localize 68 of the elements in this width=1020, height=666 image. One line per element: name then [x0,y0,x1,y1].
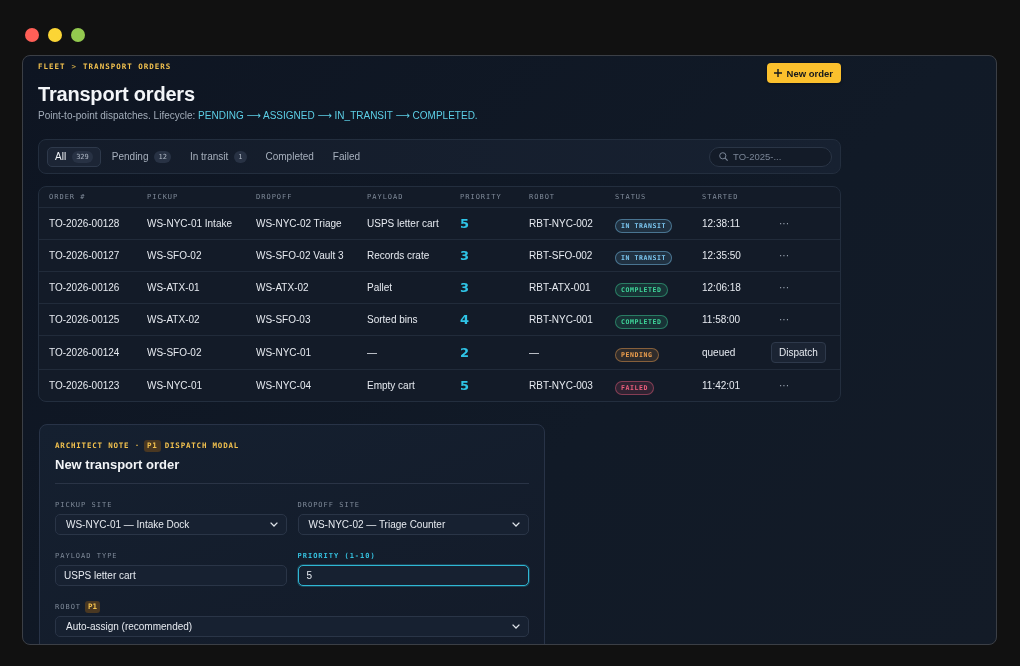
table-cell-text: TO-2026-00127 [49,250,121,261]
table-cell-text: WS-SFO-03 [256,314,312,325]
table-cell-text: WS-SFO-02 Vault 3 [256,250,345,261]
table-cell-text: queued [702,347,737,358]
table-cell-text: WS-NYC-01 Intake [147,218,234,229]
table-cell-text: 12:38:11 [702,218,742,229]
table-cell-text: Records crate [367,250,431,261]
table-cell-text: TO-2026-00125 [49,314,121,325]
priority-value: 3 [460,280,471,295]
table-cell-text: WS-ATX-01 [147,282,201,293]
priority-value: 4 [460,312,471,327]
select-field[interactable]: Auto-assign (recommended) [55,616,529,637]
table-cell-text: 11:58:00 [702,314,742,325]
table-cell-text: WS-SFO-02 [147,347,203,358]
window-close-icon[interactable] [25,28,39,42]
more-button[interactable]: ··· [771,282,789,293]
table-cell-text: RBT-NYC-003 [529,380,594,391]
table-cell-text: TO-2026-00126 [49,282,121,293]
table-cell-text: 12:35:50 [702,250,742,261]
text-field[interactable]: USPS letter cart [55,565,287,586]
more-button[interactable]: ··· [771,250,789,261]
filter-tab[interactable]: Completed [257,146,322,167]
dialog-title: New transport order [55,457,181,473]
more-button[interactable]: ··· [771,314,789,325]
select-field[interactable]: WS-NYC-02 — Triage Counter [297,514,529,535]
select-field[interactable]: WS-NYC-01 — Intake Dock [55,514,287,535]
table-cell-text: RBT-SFO-002 [529,250,594,261]
table-cell-text: — [529,347,540,358]
table-cell-text: TO-2026-00128 [49,218,121,229]
window-maximize-icon[interactable] [71,28,85,42]
more-button[interactable]: ··· [771,218,789,229]
table-cell-text: RBT-ATX-001 [529,282,592,293]
table-cell-text: — [367,347,378,358]
filter-tab[interactable]: Failed [324,146,369,167]
search-icon [719,152,728,161]
chevron-down-icon [512,522,520,527]
table-cell-text: Sorted bins [367,314,419,325]
table-cell-text: 11:42:01 [702,380,742,391]
table-cell-text: WS-NYC-01 [256,347,312,358]
chevron-down-icon [269,522,278,527]
search-field[interactable]: TO-2025-... [709,146,832,167]
table-cell-text: WS-ATX-02 [256,282,310,293]
priority-value: 2 [460,345,471,360]
table-cell-text: 12:06:18 [702,282,742,293]
new-order-button[interactable]: New order [766,63,841,83]
table-cell-text: WS-NYC-02 Triage [256,218,343,229]
table-cell-text: Pallet [367,282,393,293]
table-cell-text: RBT-NYC-001 [529,314,594,325]
more-button[interactable]: ··· [771,380,789,391]
table-cell-text: TO-2026-00124 [49,347,121,358]
chevron-down-icon [512,624,520,629]
page-title: Transport orders [38,82,196,106]
priority-value: 5 [460,378,471,393]
window-minimize-icon[interactable] [48,28,62,42]
table-cell-text: WS-ATX-02 [147,314,201,325]
table-cell-text: RBT-NYC-002 [529,218,594,229]
text-field[interactable]: 5 [297,565,529,586]
plus-icon [773,69,782,77]
table-cell-text: Empty cart [367,380,416,391]
table-cell-text: TO-2026-00123 [49,380,121,391]
table-cell-text: WS-SFO-02 [147,250,203,261]
table-cell-text: WS-NYC-01 [147,380,203,391]
dispatch-button[interactable]: Dispatch [771,342,826,363]
table-cell-text: USPS letter cart [367,218,440,229]
table-cell-text: WS-NYC-04 [256,380,312,391]
priority-value: 3 [460,248,471,263]
priority-value: 5 [460,216,471,231]
page-subtitle: Point-to-point dispatches. Lifecycle: PENDING ⟶ ASSIGNED ⟶ IN_TRANSIT ⟶ COMPLETED. [38,109,478,123]
